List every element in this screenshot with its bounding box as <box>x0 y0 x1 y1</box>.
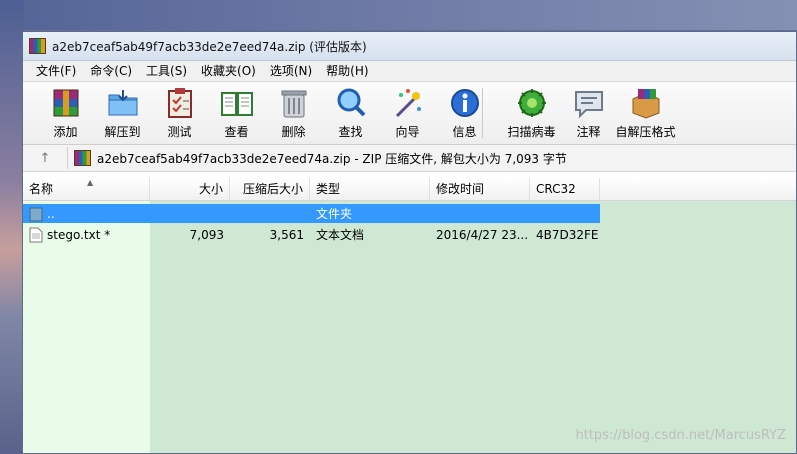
toolbar: 添加 解压到 测试 查看 删除 查找 向导 信息 扫描病毒 注释 自解压格式 <box>23 82 796 145</box>
menu-help[interactable]: 帮助(H) <box>319 61 375 81</box>
winrar-app-icon <box>29 38 46 54</box>
trash-icon <box>281 90 306 118</box>
folder-icon <box>29 207 43 221</box>
column-header-name[interactable]: ▲ 名称 <box>23 178 150 200</box>
address-divider <box>67 147 68 169</box>
table-row-file[interactable]: stego.txt * 7,093 3,561 文本文档 2016/4/27 2… <box>23 225 600 244</box>
column-header-crc[interactable]: CRC32 <box>530 178 600 200</box>
row-size: 7,093 <box>189 227 224 242</box>
column-header-packed-label: 压缩后大小 <box>242 182 303 196</box>
scan-virus-button-label: 扫描病毒 <box>507 125 556 139</box>
find-button-label: 查找 <box>338 125 363 139</box>
add-button-label: 添加 <box>53 125 78 139</box>
column-header-type-label: 类型 <box>316 182 341 196</box>
menu-favorites[interactable]: 收藏夹(O) <box>194 61 263 81</box>
add-button[interactable]: 添加 <box>37 82 94 144</box>
column-header-crc-label: CRC32 <box>536 182 576 196</box>
row-modified: 2016/4/27 23... <box>436 227 529 242</box>
row-crc: 4B7D32FE <box>536 227 599 242</box>
desktop-background-top <box>0 0 797 30</box>
extract-folder-icon <box>108 90 137 116</box>
view-button-label: 查看 <box>224 125 249 139</box>
wizard-button[interactable]: 向导 <box>379 82 436 144</box>
comment-icon <box>574 91 603 119</box>
info-icon <box>450 89 479 117</box>
archive-add-icon <box>53 89 78 117</box>
address-bar: ↑ a2eb7ceaf5ab49f7acb33de2e7eed74a.zip -… <box>23 145 796 172</box>
row-name-cell: .. <box>23 206 150 222</box>
view-book-icon <box>220 92 253 116</box>
extract-to-button-label: 解压到 <box>104 125 141 139</box>
magnifier-icon <box>337 88 365 117</box>
wizard-wand-icon <box>395 89 421 118</box>
sfx-box-icon <box>632 89 659 119</box>
menu-bar: 文件(F) 命令(C) 工具(S) 收藏夹(O) 选项(N) 帮助(H) <box>23 61 796 82</box>
sort-arrow-icon: ▲ <box>87 178 94 187</box>
watermark: https://blog.csdn.net/MarcusRYZ <box>575 428 786 443</box>
menu-command[interactable]: 命令(C) <box>83 61 139 81</box>
test-button[interactable]: 测试 <box>151 82 208 144</box>
info-button[interactable]: 信息 <box>436 82 493 144</box>
up-folder-button[interactable]: ↑ <box>23 151 67 166</box>
row-name: stego.txt * <box>47 227 111 242</box>
toolbar-separator <box>482 88 483 138</box>
sfx-button[interactable]: 自解压格式 <box>615 82 676 144</box>
info-button-label: 信息 <box>452 125 477 139</box>
row-name: .. <box>47 206 55 221</box>
test-button-label: 测试 <box>167 125 192 139</box>
winrar-window: a2eb7ceaf5ab49f7acb33de2e7eed74a.zip (评估… <box>22 31 797 454</box>
address-path: a2eb7ceaf5ab49f7acb33de2e7eed74a.zip - Z… <box>97 151 567 166</box>
wizard-button-label: 向导 <box>395 125 420 139</box>
column-header-size-label: 大小 <box>198 182 223 196</box>
comment-button[interactable]: 注释 <box>560 82 617 144</box>
archive-icon <box>74 150 91 166</box>
find-button[interactable]: 查找 <box>322 82 379 144</box>
row-type: 文件夹 <box>316 207 353 221</box>
delete-button-label: 删除 <box>281 125 306 139</box>
list-header: ▲ 名称 大小 压缩后大小 类型 修改时间 CRC32 <box>23 178 796 201</box>
virus-scan-icon <box>517 89 546 117</box>
test-clipboard-icon <box>167 88 192 118</box>
sfx-button-label: 自解压格式 <box>615 125 676 139</box>
row-packed: 3,561 <box>269 227 304 242</box>
comment-button-label: 注释 <box>576 125 601 139</box>
menu-file[interactable]: 文件(F) <box>29 61 83 81</box>
row-type: 文本文档 <box>316 228 365 242</box>
column-header-size[interactable]: 大小 <box>150 178 230 200</box>
title-bar[interactable]: a2eb7ceaf5ab49f7acb33de2e7eed74a.zip (评估… <box>23 32 796 61</box>
text-file-icon <box>29 227 43 242</box>
table-row-parent[interactable]: .. 文件夹 <box>23 204 600 223</box>
window-title: a2eb7ceaf5ab49f7acb33de2e7eed74a.zip (评估… <box>52 39 367 54</box>
extract-to-button[interactable]: 解压到 <box>94 82 151 144</box>
view-button[interactable]: 查看 <box>208 82 265 144</box>
file-list[interactable]: ▲ 名称 大小 压缩后大小 类型 修改时间 CRC32 .. 文件夹 stego… <box>23 178 796 453</box>
column-header-modified-label: 修改时间 <box>436 182 485 196</box>
menu-tools[interactable]: 工具(S) <box>139 61 194 81</box>
column-header-name-label: 名称 <box>29 182 54 196</box>
desktop-background-left <box>0 0 24 454</box>
delete-button[interactable]: 删除 <box>265 82 322 144</box>
menu-options[interactable]: 选项(N) <box>263 61 319 81</box>
column-header-packed[interactable]: 压缩后大小 <box>230 178 310 200</box>
column-header-modified[interactable]: 修改时间 <box>430 178 530 200</box>
row-name-cell: stego.txt * <box>23 227 150 243</box>
column-header-type[interactable]: 类型 <box>310 178 430 200</box>
scan-virus-button[interactable]: 扫描病毒 <box>503 82 560 144</box>
